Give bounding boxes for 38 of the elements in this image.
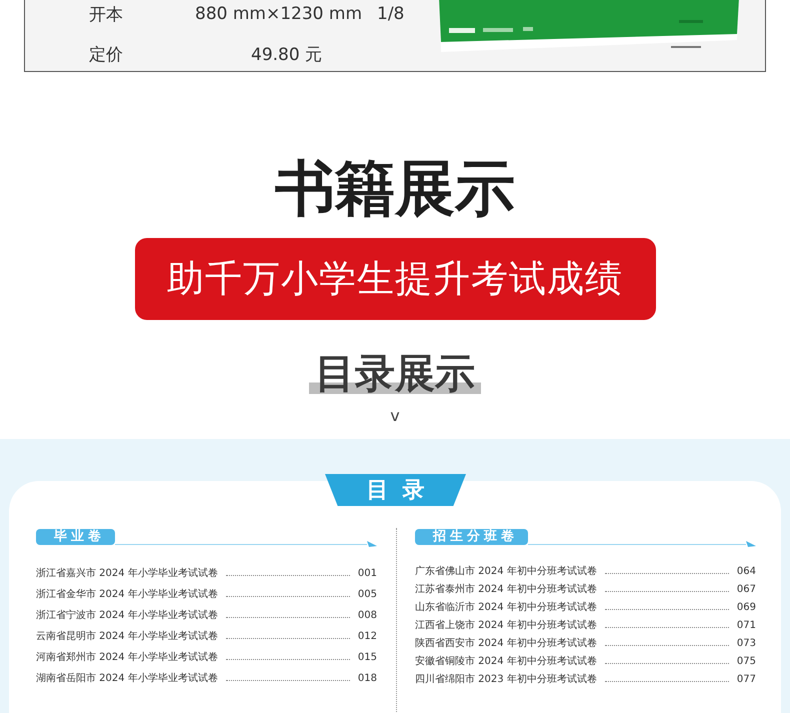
entry-title: 陕西省西安市 2024 年初中分班考试试卷: [415, 636, 597, 651]
page-number: 073: [736, 637, 756, 651]
entry-title: 浙江省宁波市 2024 年小学毕业考试试卷: [36, 608, 218, 623]
spec-label: 开本: [89, 4, 124, 26]
spec-value: 49.80 元: [250, 44, 322, 66]
section-label: 毕业卷: [36, 529, 115, 545]
page-number: 008: [358, 609, 377, 623]
chevron: v: [390, 406, 400, 425]
entry-title: 安徽省铜陵市 2024 年初中分班考试试卷: [415, 654, 597, 669]
entry-title: 山东省临沂市 2024 年初中分班考试试卷: [415, 600, 597, 615]
page-number: 064: [736, 565, 756, 579]
entry-title: 河南省郑州市 2024 年小学毕业考试试卷: [36, 650, 218, 665]
spec-label: 定价: [89, 44, 124, 66]
page-number: 075: [736, 655, 756, 669]
page-number: 012: [358, 630, 377, 644]
entry-title: 江苏省泰州市 2024 年初中分班考试试卷: [415, 582, 597, 597]
spec-value: 1/8: [377, 4, 404, 24]
spec-value: 880 mm×1230 mm: [195, 4, 364, 24]
page-number: 077: [736, 673, 756, 687]
page-number: 015: [358, 651, 377, 665]
section-label: 招生分班卷: [415, 529, 528, 545]
page-number: 018: [358, 672, 377, 686]
pointer-icon: [746, 541, 756, 547]
page-number: 067: [736, 583, 756, 597]
pointer-icon: [367, 541, 377, 547]
slogan-banner: 助千万小学生提升考试成绩: [134, 238, 656, 320]
entry-title: 江西省上饶市 2024 年初中分班考试试卷: [415, 618, 597, 633]
section-heading: 书籍展示: [275, 154, 515, 224]
page-number: 071: [736, 619, 756, 633]
entry-title: 云南省昆明市 2024 年小学毕业考试试卷: [36, 630, 218, 644]
entry-title: 广东省佛山市 2024 年初中分班考试试卷: [415, 564, 597, 579]
entry-title: 浙江省嘉兴市 2024 年小学毕业考试试卷: [36, 566, 218, 581]
entry-title: 湖南省岳阳市 2024 年小学毕业考试试卷: [36, 672, 218, 686]
entry-title: 四川省绵阳市 2023 年初中分班考试试卷: [415, 672, 597, 687]
page-number: 005: [358, 588, 377, 602]
entry-title: 浙江省金华市 2024 年小学毕业考试试卷: [36, 588, 218, 602]
page-number: 069: [736, 601, 756, 615]
page-number: 001: [358, 567, 377, 581]
